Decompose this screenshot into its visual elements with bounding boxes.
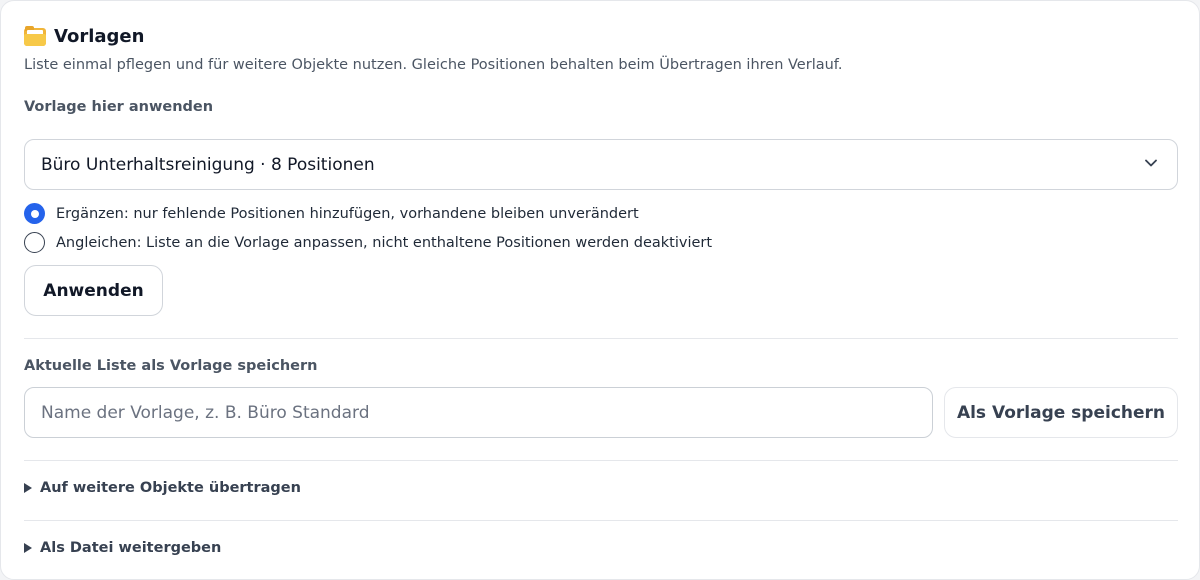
radio-button-ergaenzen[interactable] xyxy=(24,203,45,224)
section-transfer-objects-label: Auf weitere Objekte übertragen xyxy=(40,480,301,496)
template-name-input[interactable] xyxy=(24,387,933,438)
header: Vorlagen xyxy=(24,25,145,47)
triangle-right-icon xyxy=(24,543,32,553)
save-as-template-button[interactable]: Als Vorlage speichern xyxy=(944,387,1178,438)
templates-card: Vorlagen Liste einmal pflegen und für we… xyxy=(0,0,1200,580)
divider xyxy=(24,460,1178,461)
section-share-file[interactable]: Als Datei weitergeben xyxy=(24,540,221,556)
radio-option-angleichen[interactable]: Angleichen: Liste an die Vorlage anpasse… xyxy=(24,232,712,253)
radio-label-angleichen: Angleichen: Liste an die Vorlage anpasse… xyxy=(56,234,713,251)
save-template-label: Aktuelle Liste als Vorlage speichern xyxy=(24,358,318,374)
triangle-right-icon xyxy=(24,483,32,493)
page-title: Vorlagen xyxy=(54,26,145,47)
divider xyxy=(24,520,1178,521)
page-subtitle: Liste einmal pflegen und für weitere Obj… xyxy=(24,57,843,73)
chevron-down-icon xyxy=(1145,159,1157,167)
template-select-value: Büro Unterhaltsreinigung · 8 Positionen xyxy=(41,154,375,175)
section-share-file-label: Als Datei weitergeben xyxy=(40,540,222,556)
apply-template-label: Vorlage hier anwenden xyxy=(24,99,214,115)
apply-button[interactable]: Anwenden xyxy=(24,265,163,316)
section-transfer-objects[interactable]: Auf weitere Objekte übertragen xyxy=(24,480,301,496)
divider xyxy=(24,338,1178,339)
radio-button-angleichen[interactable] xyxy=(24,232,45,253)
radio-label-ergaenzen: Ergänzen: nur fehlende Positionen hinzuf… xyxy=(56,205,639,222)
radio-option-ergaenzen[interactable]: Ergänzen: nur fehlende Positionen hinzuf… xyxy=(24,203,639,224)
template-select[interactable]: Büro Unterhaltsreinigung · 8 Positionen xyxy=(24,139,1178,190)
folder-icon xyxy=(24,25,46,46)
